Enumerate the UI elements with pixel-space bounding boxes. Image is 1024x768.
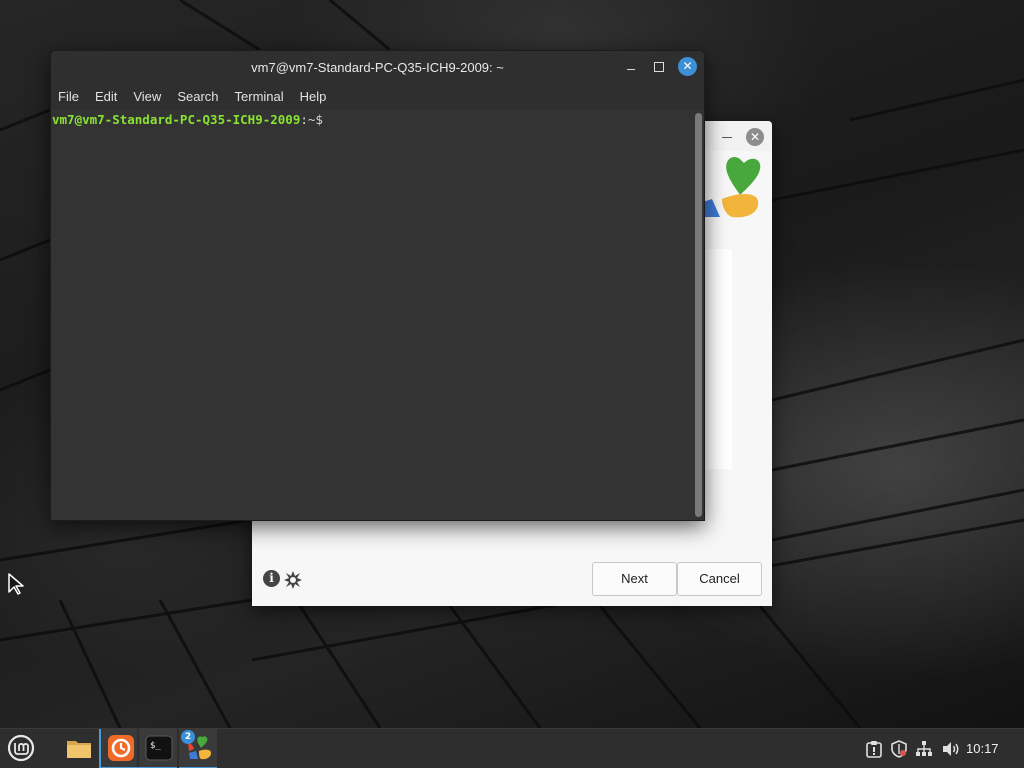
menu-terminal[interactable]: Terminal	[235, 84, 284, 110]
close-icon[interactable]: ✕	[678, 57, 697, 76]
terminal-window: vm7@vm7-Standard-PC-Q35-ICH9-2009: ~ ✕ F…	[50, 50, 705, 521]
network-icon	[916, 741, 932, 756]
update-manager-icon	[866, 741, 882, 758]
bug-report-icon[interactable]	[283, 570, 303, 590]
mint-menu-button[interactable]	[1, 729, 39, 768]
files-folder-icon	[67, 741, 91, 758]
dialog-content-area	[706, 249, 732, 469]
menu-file[interactable]: File	[58, 84, 79, 110]
terminal-icon: $_	[145, 735, 173, 761]
minimize-icon[interactable]	[623, 59, 639, 75]
menu-view[interactable]: View	[133, 84, 161, 110]
info-icon[interactable]: i	[263, 570, 280, 587]
terminal-launcher[interactable]: $_	[139, 729, 177, 768]
firefox-icon	[108, 735, 134, 761]
svg-text:$_: $_	[150, 741, 161, 751]
security-tray[interactable]	[890, 729, 908, 768]
taskbar-clock[interactable]: 10:17	[966, 729, 999, 768]
menu-edit[interactable]: Edit	[95, 84, 117, 110]
terminal-titlebar[interactable]: vm7@vm7-Standard-PC-Q35-ICH9-2009: ~ ✕	[51, 51, 704, 84]
terminal-output[interactable]: vm7@vm7-Standard-PC-Q35-ICH9-2009:~$	[51, 110, 704, 520]
menu-help[interactable]: Help	[300, 84, 327, 110]
window-count-badge: 2	[181, 730, 195, 744]
close-icon[interactable]: ✕	[746, 128, 764, 146]
update-manager-tray[interactable]	[866, 729, 884, 768]
shell-prompt: vm7@vm7-Standard-PC-Q35-ICH9-2009:~$	[52, 112, 323, 128]
volume-tray[interactable]	[941, 729, 961, 768]
maximize-icon[interactable]	[651, 59, 667, 75]
terminal-scrollbar[interactable]	[695, 113, 702, 517]
shield-icon	[891, 740, 907, 758]
dialog-footer-icons: i	[263, 570, 303, 590]
installer-launcher[interactable]: 2	[179, 729, 217, 768]
network-tray[interactable]	[915, 729, 933, 768]
mint-menu-icon	[7, 734, 35, 762]
volume-icon	[943, 742, 959, 756]
cancel-button[interactable]: Cancel	[677, 562, 762, 596]
menu-search[interactable]: Search	[177, 84, 218, 110]
taskbar: $_ 2 10:17	[0, 728, 1024, 768]
minimize-icon[interactable]	[719, 128, 735, 144]
mouse-pointer-icon	[8, 573, 24, 595]
files-launcher[interactable]	[59, 729, 97, 768]
prompt-user-host: vm7@vm7-Standard-PC-Q35-ICH9-2009	[52, 112, 301, 127]
window-title: vm7@vm7-Standard-PC-Q35-ICH9-2009: ~	[251, 60, 504, 75]
firefox-launcher[interactable]	[99, 729, 139, 768]
next-button[interactable]: Next	[592, 562, 677, 596]
prompt-path: :~$	[300, 112, 323, 127]
terminal-menubar: File Edit View Search Terminal Help	[51, 84, 704, 110]
